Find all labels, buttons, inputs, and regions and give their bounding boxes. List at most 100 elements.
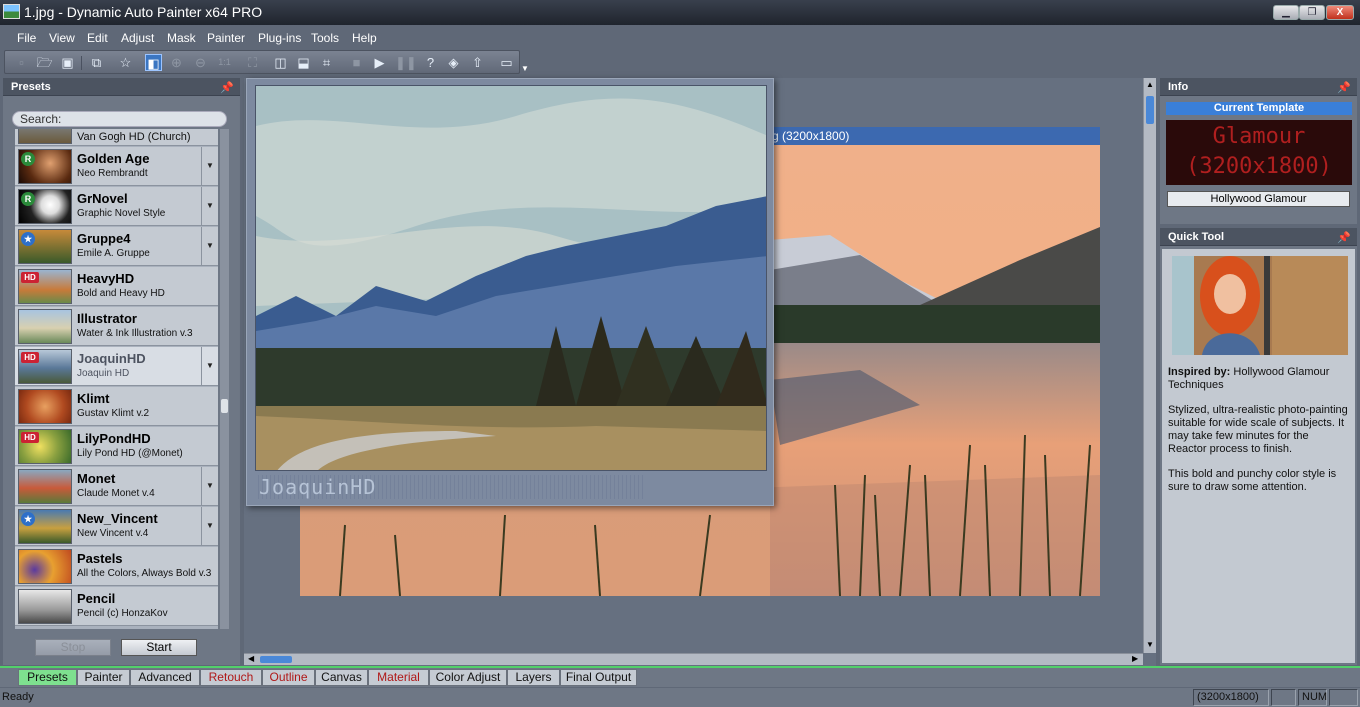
horizontal-scrollbar[interactable]: ◀ ▶ [244,653,1143,665]
scroll-up-icon[interactable]: ▲ [1146,80,1154,89]
play-icon[interactable]: ▶ [371,54,388,71]
tab-material[interactable]: Material [368,669,429,686]
chevron-down-icon[interactable]: ▼ [201,467,218,505]
list-item[interactable]: Klimt Gustav Klimt v.2 [15,387,218,426]
split-horizontal-icon[interactable]: ◫ [272,54,289,71]
open-icon[interactable]: 🗁 [36,54,53,71]
help-icon[interactable]: ? [422,54,439,71]
toolbar-separator [81,56,82,70]
list-item[interactable]: R GrNovel Graphic Novel Style ▼ [15,187,218,226]
stop-button[interactable]: Stop [35,639,111,656]
tab-final-output[interactable]: Final Output [560,669,637,686]
quick-tool-title: Quick Tool 📌 [1160,228,1357,246]
tab-retouch[interactable]: Retouch [200,669,262,686]
template-name-field[interactable]: Hollywood Glamour [1167,191,1350,207]
crop-icon[interactable]: ⌗ [318,54,335,71]
scrollbar-thumb[interactable] [260,656,292,663]
menu-painter[interactable]: Painter [207,31,245,45]
chevron-down-icon[interactable]: ▼ [201,147,218,185]
menu-plugins[interactable]: Plug-ins [258,31,301,45]
tab-layers[interactable]: Layers [507,669,560,686]
pause-icon[interactable]: ❚❚ [395,54,417,71]
inspired-label: Inspired by: [1168,366,1231,378]
menu-view[interactable]: View [49,31,75,45]
split-vertical-icon[interactable]: ⬓ [295,54,312,71]
list-item[interactable]: R Golden Age Neo Rembrandt ▼ [15,147,218,186]
menu-help[interactable]: Help [352,31,377,45]
preset-thumbnail [18,549,72,584]
preset-name: Monet [77,471,116,486]
scroll-right-icon[interactable]: ▶ [1132,654,1138,663]
scrollbar-thumb[interactable] [221,399,228,413]
upload-icon[interactable]: ⇧ [469,54,486,71]
compare-icon[interactable]: ◧ [145,54,162,71]
tab-presets[interactable]: Presets [18,669,77,686]
list-item[interactable]: Illustrator Water & Ink Illustration v.3 [15,307,218,346]
pin-icon[interactable]: 📌 [1337,79,1351,97]
quick-tool-panel: Quick Tool 📌 Inspired by: Hollywood Glamo… [1160,228,1357,665]
list-item[interactable]: Pencil Pencil (c) HonzaKov [15,587,218,626]
scrollbar-thumb[interactable] [1146,96,1154,124]
list-item[interactable]: ★ Gruppe4 Emile A. Gruppe ▼ [15,227,218,266]
tab-color-adjust[interactable]: Color Adjust [429,669,507,686]
stop-icon[interactable]: ■ [348,54,365,71]
preset-name: Golden Age [77,151,150,166]
list-item[interactable]: ★ New_Vincent New Vincent v.4 ▼ [15,507,218,546]
list-item-selected[interactable]: HD JoaquinHD Joaquin HD ▼ [15,347,218,386]
chevron-down-icon[interactable]: ▼ [201,227,218,265]
preset-name: Gruppe4 [77,231,131,246]
save-icon[interactable]: ▣ [59,54,76,71]
zoom-out-icon[interactable]: ⊖ [192,54,209,71]
chevron-down-icon[interactable]: ▼ [201,347,218,385]
plugin-icon[interactable]: ◈ [445,54,462,71]
preset-list: Van Gogh HD (Church) R Golden Age Neo Re… [15,129,218,629]
frame-icon[interactable]: ▭ [498,54,515,71]
scroll-left-icon[interactable]: ◀ [248,654,254,663]
chevron-down-icon[interactable]: ▼ [201,187,218,225]
close-button[interactable]: X [1326,5,1354,20]
preset-name: Pastels [77,551,123,566]
preview-led-label: JoaquinHD [255,475,645,499]
menu-edit[interactable]: Edit [87,31,108,45]
list-item[interactable]: Monet Claude Monet v.4 ▼ [15,467,218,506]
tab-advanced[interactable]: Advanced [130,669,200,686]
list-item[interactable]: Van Gogh HD (Church) [15,129,218,146]
copy-icon[interactable]: ⧉ [88,54,105,71]
info-panel: Info 📌 Current Template Glamour (3200x180… [1160,78,1357,224]
pin-icon[interactable]: 📌 [220,79,234,97]
list-item[interactable]: HD LilyPondHD Lily Pond HD (@Monet) [15,427,218,466]
preset-name: GrNovel [77,191,128,206]
minimize-button[interactable]: ▁ [1273,5,1299,20]
menu-tools[interactable]: Tools [311,31,339,45]
chevron-down-icon[interactable]: ▼ [201,507,218,545]
zoom-1to1-icon[interactable]: 1:1 [216,54,233,71]
preset-scrollbar[interactable] [220,129,229,629]
restore-button[interactable]: ❐ [1299,5,1325,20]
favorite-icon[interactable]: ☆ [117,54,134,71]
new-icon[interactable]: ▫ [13,54,30,71]
preset-thumbnail [18,389,72,424]
start-button[interactable]: Start [121,639,197,656]
list-item[interactable]: HD HeavyHD Bold and Heavy HD [15,267,218,306]
menu-mask[interactable]: Mask [167,31,196,45]
search-input[interactable]: Search: [12,111,227,127]
toolbar-overflow-icon[interactable]: ▼ [521,64,529,73]
tab-canvas[interactable]: Canvas [315,669,368,686]
fit-icon[interactable]: ⛶ [244,54,261,71]
vertical-scrollbar[interactable]: ▲ ▼ [1143,78,1156,653]
menu-file[interactable]: File [17,31,36,45]
preset-preview-popup: JoaquinHD [246,78,774,506]
preset-thumbnail [18,589,72,624]
zoom-in-icon[interactable]: ⊕ [168,54,185,71]
menu-adjust[interactable]: Adjust [121,31,154,45]
current-template-label: Current Template [1166,102,1352,115]
scroll-down-icon[interactable]: ▼ [1146,640,1154,649]
description-paragraph-2: This bold and punchy color style is sure… [1168,468,1337,493]
pin-icon[interactable]: 📌 [1337,229,1351,247]
preset-subtitle: Gustav Klimt v.2 [77,408,150,419]
tab-outline[interactable]: Outline [262,669,315,686]
menu-bar: File View Edit Adjust Mask Painter Plug-… [0,28,1360,48]
rebuild-badge-icon: R [21,152,35,166]
list-item[interactable]: Pastels All the Colors, Always Bold v.3 [15,547,218,586]
tab-painter[interactable]: Painter [77,669,130,686]
